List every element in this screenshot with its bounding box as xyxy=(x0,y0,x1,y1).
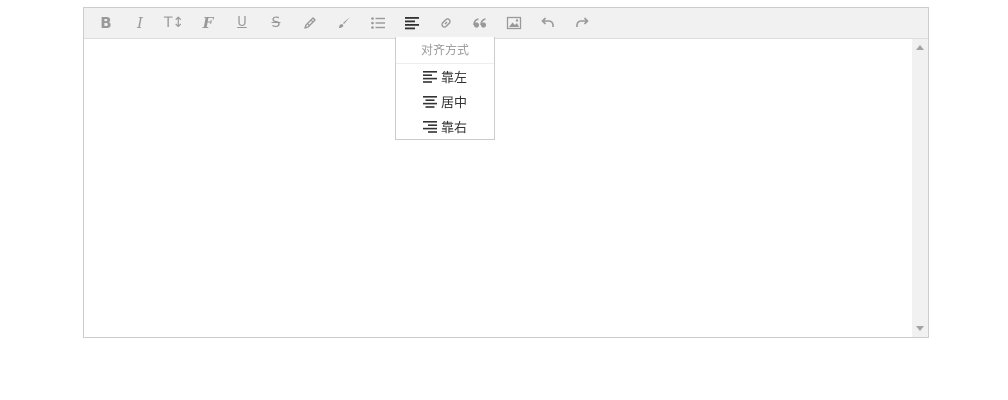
rich-text-editor: B I T↕ F U S xyxy=(83,7,929,338)
undo-icon xyxy=(541,17,554,27)
redo-button[interactable] xyxy=(570,12,594,34)
align-dropdown-menu: 对齐方式 靠左 居中 靠右 xyxy=(395,37,495,140)
vertical-scrollbar[interactable] xyxy=(912,39,928,337)
underline-button[interactable]: U xyxy=(230,12,254,34)
align-right-label: 靠右 xyxy=(440,121,467,136)
strikethrough-button[interactable]: S xyxy=(264,12,288,34)
list-button[interactable] xyxy=(366,12,390,34)
text-color-button[interactable] xyxy=(332,12,356,34)
align-left-label: 靠左 xyxy=(440,71,467,86)
editor-toolbar: B I T↕ F U S xyxy=(84,8,928,39)
align-left-option[interactable]: 靠左 xyxy=(396,64,494,89)
underline-icon: U xyxy=(237,15,247,30)
bold-button[interactable]: B xyxy=(94,12,118,34)
redo-icon xyxy=(576,17,589,27)
scroll-up-arrow-icon[interactable] xyxy=(916,45,924,50)
image-icon xyxy=(506,16,522,30)
image-button[interactable] xyxy=(502,12,526,34)
link-icon xyxy=(441,18,451,28)
highlight-button[interactable] xyxy=(298,12,322,34)
align-button[interactable] xyxy=(400,12,424,34)
font-family-icon: F xyxy=(202,14,214,32)
list-icon xyxy=(371,17,385,29)
italic-icon: I xyxy=(137,14,143,32)
brush-icon xyxy=(339,17,350,28)
editor-content-area[interactable] xyxy=(84,39,912,337)
font-family-button[interactable]: F xyxy=(196,12,220,34)
align-menu-title: 对齐方式 xyxy=(396,37,494,64)
align-center-label: 居中 xyxy=(440,96,467,111)
quote-icon xyxy=(473,18,487,28)
italic-button[interactable]: I xyxy=(128,12,152,34)
undo-button[interactable] xyxy=(536,12,560,34)
scroll-down-arrow-icon[interactable] xyxy=(916,326,924,331)
bold-icon: B xyxy=(100,14,112,32)
quote-button[interactable] xyxy=(468,12,492,34)
align-center-option[interactable]: 居中 xyxy=(396,89,494,114)
strikethrough-icon: S xyxy=(271,15,281,31)
font-size-button[interactable]: T↕ xyxy=(162,12,186,34)
align-left-icon xyxy=(422,70,437,83)
align-left-icon xyxy=(405,17,419,30)
align-center-icon xyxy=(422,95,437,108)
align-right-option[interactable]: 靠右 xyxy=(396,114,494,139)
pencil-icon xyxy=(304,17,316,29)
link-button[interactable] xyxy=(434,12,458,34)
font-size-icon: T↕ xyxy=(163,15,185,31)
align-right-icon xyxy=(422,120,437,133)
